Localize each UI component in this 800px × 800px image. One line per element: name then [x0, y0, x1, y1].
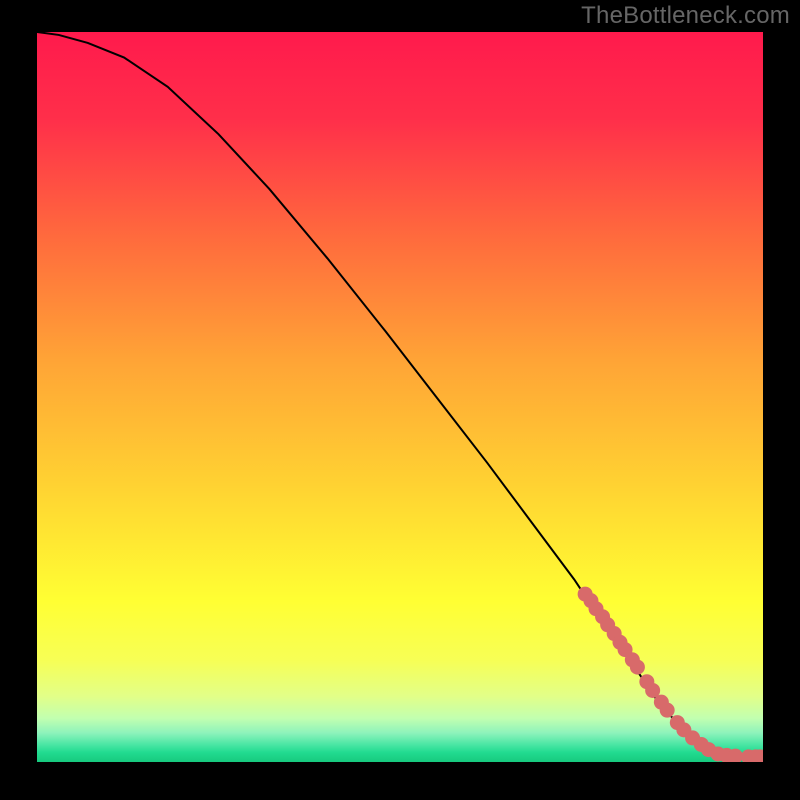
chart-svg — [37, 32, 763, 762]
plot-area — [37, 32, 763, 762]
chart-frame: TheBottleneck.com — [0, 0, 800, 800]
highlight-point — [630, 660, 645, 675]
gradient-background — [37, 32, 763, 762]
watermark-text: TheBottleneck.com — [581, 2, 790, 30]
highlight-point — [660, 703, 675, 718]
